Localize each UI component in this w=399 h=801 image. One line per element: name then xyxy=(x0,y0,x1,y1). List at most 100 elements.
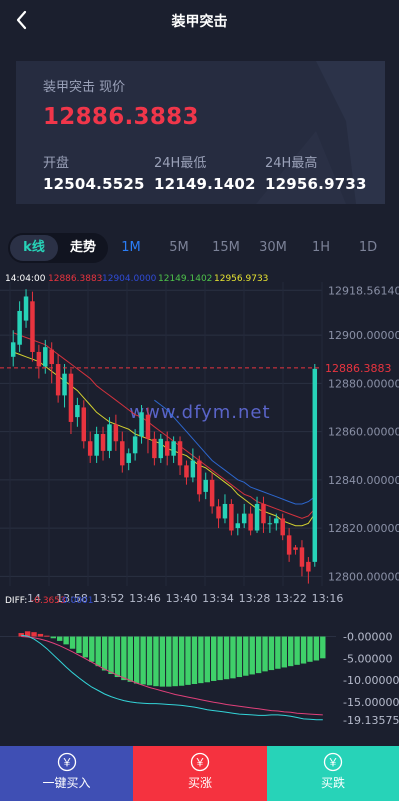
candle-body xyxy=(164,441,170,456)
macd-bar xyxy=(76,636,82,654)
macd-bar xyxy=(294,636,300,665)
macd-bar xyxy=(101,636,108,671)
macd-bar xyxy=(57,636,63,641)
period-5m[interactable]: 5M xyxy=(161,240,197,255)
candle-body xyxy=(216,506,221,519)
macd-bar xyxy=(140,636,146,685)
macd-bar xyxy=(262,636,268,672)
macd-bar xyxy=(191,636,198,685)
macd-bar xyxy=(275,636,281,669)
candle-body xyxy=(94,434,99,456)
time-tick-label: 13:34 xyxy=(202,592,234,605)
period-1m[interactable]: 1M xyxy=(113,240,149,255)
macd-bar xyxy=(307,636,313,662)
candle-body xyxy=(241,513,247,524)
macd-bar xyxy=(243,636,249,676)
candle-body xyxy=(139,412,144,437)
macd-bar xyxy=(121,636,127,681)
legend-value: 12956.9733 xyxy=(214,274,268,284)
macd-bar xyxy=(146,636,153,686)
kline-chart-area[interactable]: 12918.56140 12900.00000 12880.00000 12860.0… xyxy=(0,268,399,746)
candle-body xyxy=(49,349,54,365)
candle-body xyxy=(81,407,87,442)
macd-tick-label: -19.13575 xyxy=(343,714,399,727)
macd-bar xyxy=(69,636,76,649)
candle-body xyxy=(235,523,241,529)
high-label: 24H最高 xyxy=(265,156,318,171)
candle-body xyxy=(87,441,93,456)
macd-bar xyxy=(236,636,243,678)
time-tick-label: 13:40 xyxy=(166,592,198,605)
price-caption: 装甲突击 现价 xyxy=(43,80,126,95)
svg-text:￥: ￥ xyxy=(61,756,72,769)
candle-body xyxy=(312,368,318,562)
candle-body xyxy=(62,373,67,396)
candle-body xyxy=(36,351,42,367)
macd-tick-label: -0.00000 xyxy=(343,631,392,644)
candle-body xyxy=(23,296,29,321)
low-value: 12149.1402 xyxy=(154,175,256,193)
period-30m[interactable]: 30M xyxy=(255,240,291,255)
candle-body xyxy=(132,436,138,454)
time-tick-label: 13:16 xyxy=(312,592,344,605)
open-label: 开盘 xyxy=(43,156,70,171)
candle-body xyxy=(267,523,273,525)
macd-bar xyxy=(166,636,172,687)
candle-body xyxy=(17,310,22,345)
candle-body xyxy=(158,438,164,459)
time-tick-label: 13:52 xyxy=(93,592,125,605)
open-stat: 开盘 12504.5525 xyxy=(43,152,145,193)
candle-body xyxy=(203,479,208,492)
candle-body xyxy=(171,441,176,456)
candle-body xyxy=(184,465,189,478)
low-stat: 24H最低 12149.1402 xyxy=(154,152,256,193)
buy-down-button[interactable]: ￥ 买跌 xyxy=(267,746,399,801)
buy-now-label: 一键买入 xyxy=(42,776,91,790)
period-1h[interactable]: 1H xyxy=(303,240,339,255)
tab-kline[interactable]: k线 xyxy=(10,235,58,261)
watermark: www.dfym.net xyxy=(129,402,270,423)
macd-tick-label: -15.00000 xyxy=(343,696,399,709)
macd-bar xyxy=(178,636,185,686)
top-bar: 装甲突击 xyxy=(0,0,399,40)
macd-bar xyxy=(217,636,223,681)
svg-text:￥: ￥ xyxy=(328,756,339,769)
candle-body xyxy=(113,424,119,442)
candle-body xyxy=(299,547,305,567)
buy-now-button[interactable]: ￥ 一键买入 xyxy=(0,746,133,801)
candle-body xyxy=(254,503,260,531)
candle-body xyxy=(190,460,196,478)
open-value: 12504.5525 xyxy=(43,175,145,193)
macd-bar xyxy=(223,636,230,680)
buy-up-button[interactable]: ￥ 买涨 xyxy=(133,746,267,801)
macd-bar xyxy=(31,632,37,637)
candle-body xyxy=(30,301,35,352)
view-toggle: k线 走势 xyxy=(8,233,108,263)
legend-value: 12886.3883 xyxy=(48,274,102,284)
page-title: 装甲突击 xyxy=(171,14,228,30)
macd-bar xyxy=(268,636,275,671)
candle-body xyxy=(55,364,61,396)
buy-up-label: 买涨 xyxy=(187,776,212,790)
macd-tick-label: -10.00000 xyxy=(343,674,399,687)
candle-body xyxy=(248,513,253,531)
candle-body xyxy=(177,441,183,466)
candle-body xyxy=(197,460,202,495)
candle-body xyxy=(293,547,298,550)
kline-chart[interactable]: 12918.56140 12900.00000 12880.00000 12860.0… xyxy=(0,268,399,746)
macd-label-value: -0.3653 xyxy=(31,596,66,606)
macd-bar xyxy=(89,636,95,662)
high-stat: 24H最高 12956.9733 xyxy=(265,152,367,193)
macd-bar xyxy=(108,636,114,674)
macd-bar xyxy=(37,633,44,637)
period-1d[interactable]: 1D xyxy=(350,240,386,255)
tab-trend[interactable]: 走势 xyxy=(60,235,106,261)
macd-bar xyxy=(44,635,50,637)
macd-bar xyxy=(172,636,178,687)
macd-bar xyxy=(159,636,166,687)
period-15m[interactable]: 15M xyxy=(208,240,244,255)
macd-bar xyxy=(153,636,159,687)
macd-bar xyxy=(300,636,307,664)
macd-bar xyxy=(288,636,294,667)
candle-body xyxy=(100,434,106,451)
